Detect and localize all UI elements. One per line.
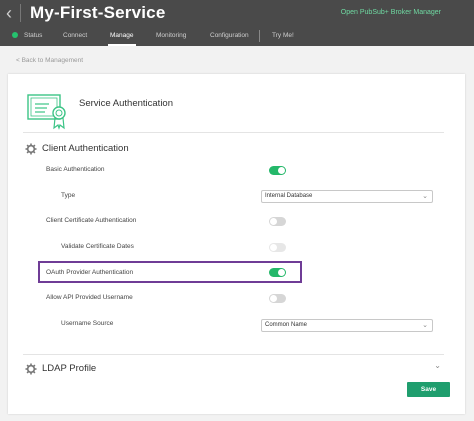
tab-status[interactable]: Status [10, 29, 44, 46]
client-authentication-title: Client Authentication [42, 143, 129, 154]
tab-divider [259, 30, 260, 42]
username-source-select[interactable]: Common Name ⌄ [261, 319, 433, 332]
gear-icon [25, 363, 37, 375]
tab-configuration[interactable]: Configuration [208, 29, 251, 46]
certificate-icon [27, 94, 66, 130]
tab-bar: Status Connect Manage Monitoring Configu… [0, 29, 474, 46]
divider [23, 354, 444, 355]
tab-connect[interactable]: Connect [61, 29, 89, 46]
chevron-down-icon: ⌄ [422, 322, 428, 329]
allow-api-username-toggle[interactable] [269, 294, 286, 303]
oauth-auth-toggle[interactable] [269, 268, 286, 277]
gear-icon [25, 143, 37, 155]
tab-monitoring[interactable]: Monitoring [154, 29, 188, 46]
divider [23, 132, 444, 133]
chevron-down-icon[interactable]: ⌄ [434, 361, 441, 370]
validate-dates-label: Validate Certificate Dates [61, 243, 134, 250]
type-select[interactable]: Internal Database ⌄ [261, 190, 433, 203]
chevron-down-icon: ⌄ [422, 193, 428, 200]
username-source-label: Username Source [61, 320, 114, 327]
basic-auth-label: Basic Authentication [46, 166, 105, 173]
open-broker-manager-link[interactable]: Open PubSub+ Broker Manager [341, 9, 441, 16]
basic-auth-toggle[interactable] [269, 166, 286, 175]
ldap-profile-title[interactable]: LDAP Profile [42, 363, 96, 374]
allow-api-username-label: Allow API Provided Username [46, 294, 133, 301]
back-arrow-icon[interactable]: ‹ [6, 4, 21, 22]
type-select-value: Internal Database [265, 193, 313, 199]
back-to-management-link[interactable]: < Back to Management [16, 57, 83, 64]
tab-try-me[interactable]: Try Me! [270, 29, 296, 46]
save-button[interactable]: Save [407, 382, 450, 397]
top-bar: ‹ My-First-Service Open PubSub+ Broker M… [0, 0, 474, 46]
card-title: Service Authentication [79, 98, 174, 109]
client-cert-auth-toggle[interactable] [269, 217, 286, 226]
service-title: My-First-Service [30, 3, 166, 22]
type-label: Type [61, 192, 76, 199]
tab-status-label: Status [24, 32, 43, 39]
oauth-auth-label: OAuth Provider Authentication [46, 269, 134, 276]
client-cert-auth-label: Client Certificate Authentication [46, 217, 137, 224]
validate-dates-toggle[interactable] [269, 243, 286, 252]
username-source-value: Common Name [265, 322, 308, 328]
tab-manage[interactable]: Manage [108, 29, 136, 46]
status-dot-icon [12, 32, 18, 38]
service-authentication-card: Service Authentication Client Authentica… [8, 74, 465, 414]
